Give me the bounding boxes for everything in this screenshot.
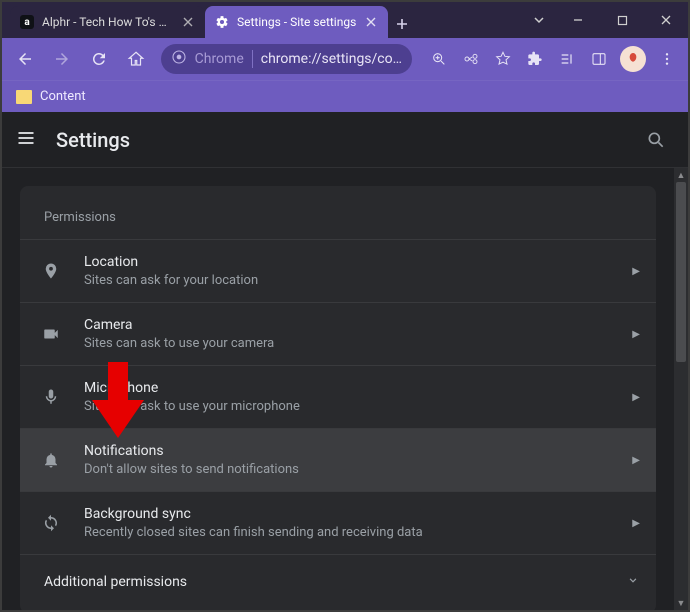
location-icon	[40, 262, 62, 280]
permission-desc: Sites can ask to use your camera	[84, 336, 610, 351]
chevron-right-icon: ▶	[632, 266, 640, 277]
share-icon[interactable]	[456, 42, 486, 76]
minimize-button[interactable]	[556, 2, 600, 38]
chevron-right-icon: ▶	[632, 455, 640, 466]
window-controls	[522, 2, 688, 38]
permission-title: Microphone	[84, 380, 610, 396]
profile-avatar[interactable]	[616, 42, 650, 76]
alphr-favicon: a	[20, 15, 34, 29]
bell-icon	[40, 451, 62, 469]
bookmark-item-content[interactable]: Content	[40, 89, 86, 104]
permission-row-camera[interactable]: Camera Sites can ask to use your camera …	[20, 302, 656, 365]
permission-title: Background sync	[84, 506, 610, 522]
browser-tab-inactive[interactable]: a Alphr - Tech How To's & G	[10, 6, 205, 38]
sync-icon	[40, 514, 62, 532]
permission-row-background-sync[interactable]: Background sync Recently closed sites ca…	[20, 491, 656, 554]
bookmark-star-icon[interactable]	[488, 42, 518, 76]
search-icon[interactable]	[638, 122, 674, 158]
scroll-down-icon[interactable]: ▼	[674, 596, 688, 610]
permission-row-location[interactable]: Location Sites can ask for your location…	[20, 239, 656, 302]
browser-tab-active[interactable]: Settings - Site settings	[205, 6, 388, 38]
close-icon[interactable]	[181, 15, 195, 29]
tab-title: Settings - Site settings	[237, 15, 356, 29]
bookmarks-bar: Content	[2, 80, 688, 112]
tabstrip-dropdown-icon[interactable]	[522, 2, 556, 38]
permission-title: Camera	[84, 317, 610, 333]
permission-row-notifications[interactable]: Notifications Don't allow sites to send …	[20, 428, 656, 491]
tab-title: Alphr - Tech How To's & G	[42, 15, 173, 29]
chevron-right-icon: ▶	[632, 518, 640, 529]
window-titlebar: a Alphr - Tech How To's & G Settings - S…	[2, 2, 688, 38]
page-title: Settings	[56, 128, 130, 152]
close-window-button[interactable]	[644, 2, 688, 38]
reading-list-icon[interactable]	[552, 42, 582, 76]
vertical-scrollbar[interactable]: ▲ ▼	[674, 168, 688, 610]
forward-button[interactable]	[45, 42, 78, 76]
new-tab-button[interactable]	[388, 10, 416, 38]
scheme-label: Chrome	[195, 51, 244, 67]
permission-desc: Sites can ask for your location	[84, 273, 610, 288]
maximize-button[interactable]	[600, 2, 644, 38]
permissions-panel: Permissions Location Sites can ask for y…	[20, 186, 656, 610]
gear-icon	[215, 15, 229, 29]
zoom-icon[interactable]	[424, 42, 454, 76]
side-panel-icon[interactable]	[584, 42, 614, 76]
url-text: chrome://settings/co…	[261, 51, 402, 67]
chevron-right-icon: ▶	[632, 329, 640, 340]
close-icon[interactable]	[364, 15, 378, 29]
additional-permissions-label: Additional permissions	[44, 574, 187, 590]
scrollbar-thumb[interactable]	[676, 182, 686, 362]
divider	[252, 50, 253, 68]
browser-toolbar: Chrome chrome://settings/co…	[2, 38, 688, 80]
back-button[interactable]	[8, 42, 41, 76]
permission-desc: Recently closed sites can finish sending…	[84, 525, 610, 540]
additional-permissions-row[interactable]: Additional permissions	[20, 554, 656, 609]
mic-icon	[40, 388, 62, 406]
home-button[interactable]	[119, 42, 152, 76]
scroll-up-icon[interactable]: ▲	[674, 168, 688, 182]
extensions-icon[interactable]	[520, 42, 550, 76]
reload-button[interactable]	[82, 42, 115, 76]
settings-content: Permissions Location Sites can ask for y…	[2, 168, 688, 610]
camera-icon	[40, 325, 62, 343]
permission-row-microphone[interactable]: Microphone Sites can ask to use your mic…	[20, 365, 656, 428]
permission-title: Location	[84, 254, 610, 270]
address-bar[interactable]: Chrome chrome://settings/co…	[161, 44, 412, 74]
permission-title: Notifications	[84, 443, 610, 459]
chevron-right-icon: ▶	[632, 392, 640, 403]
folder-icon	[16, 90, 32, 104]
settings-header: Settings	[2, 112, 688, 168]
chevron-down-icon	[626, 573, 640, 591]
chrome-logo-icon	[171, 49, 187, 69]
permission-desc: Don't allow sites to send notifications	[84, 462, 610, 477]
menu-icon[interactable]	[16, 128, 36, 152]
kebab-menu-icon[interactable]	[652, 42, 682, 76]
permission-desc: Sites can ask to use your microphone	[84, 399, 610, 414]
section-label: Permissions	[20, 186, 656, 239]
